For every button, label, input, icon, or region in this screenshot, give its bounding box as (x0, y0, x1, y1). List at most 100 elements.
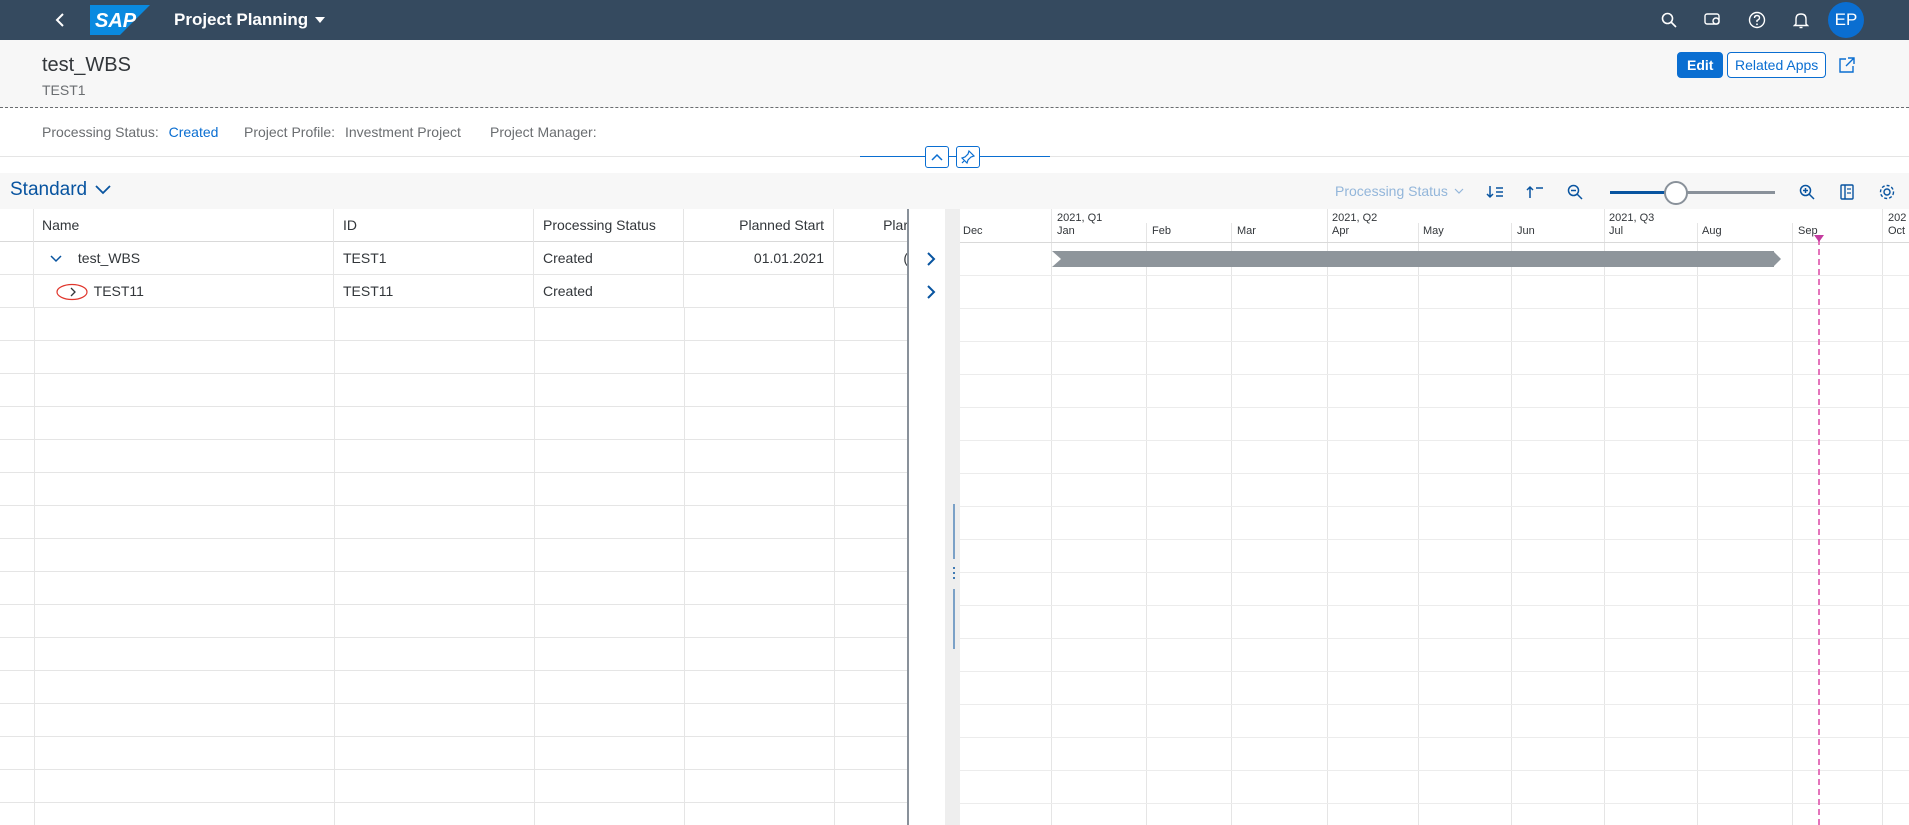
empty-table-row (0, 407, 907, 440)
gantt-row-line (960, 737, 1909, 738)
quarter-divider (1327, 209, 1328, 825)
collapse-all-button[interactable] (1524, 181, 1546, 203)
cell-divider (534, 308, 535, 341)
cell-divider (34, 341, 35, 374)
cell-divider (684, 704, 685, 737)
row-name: test_WBS (77, 250, 141, 266)
cell-divider (334, 374, 335, 407)
id-cell: TEST11 (334, 275, 534, 308)
empty-table-row (0, 671, 907, 704)
cell-divider (334, 737, 335, 770)
expand-all-button[interactable] (1484, 181, 1506, 203)
object-title: test_WBS (42, 54, 131, 76)
app-title-menu[interactable]: Project Planning (174, 10, 326, 30)
empty-table-row (0, 374, 907, 407)
cell-divider (684, 737, 685, 770)
row-selector[interactable] (0, 275, 34, 308)
table-header-row: Name ID Processing Status Planned Start … (0, 209, 907, 242)
cell-divider (334, 572, 335, 605)
search-button[interactable] (1658, 9, 1680, 31)
legend-button[interactable] (1836, 181, 1858, 203)
notifications-button[interactable] (1790, 9, 1812, 31)
pin-icon (961, 150, 975, 164)
cell-divider (534, 605, 535, 638)
header-attributes: Processing Status: Created Project Profi… (0, 109, 1909, 157)
cell-divider (834, 704, 835, 737)
collapse-icon (1526, 185, 1543, 198)
table-row[interactable]: TEST11 TEST11 Created (0, 275, 907, 308)
processing-status-link[interactable]: Created (169, 124, 219, 140)
bar-end-arrow-icon (1773, 251, 1781, 267)
column-header-planned-start[interactable]: Planned Start (684, 209, 834, 242)
cell-divider (534, 374, 535, 407)
table-row[interactable]: test_WBS TEST1 Created 01.01.2021 ( (0, 242, 907, 275)
cell-divider (534, 407, 535, 440)
status-cell: Created (534, 242, 684, 275)
splitter-grip-icon (953, 504, 955, 649)
edit-button[interactable]: Edit (1677, 52, 1724, 78)
cell-divider (684, 341, 685, 374)
quarter-label: 2021, Q3 (1609, 212, 1655, 224)
gantt-row-line (960, 473, 1909, 474)
name-cell: test_WBS (34, 242, 334, 275)
table-chart-splitter[interactable] (945, 209, 960, 825)
chevron-down-icon (1454, 188, 1464, 194)
cell-divider (684, 473, 685, 506)
empty-table-row (0, 440, 907, 473)
cell-divider (334, 770, 335, 803)
empty-table-row (0, 770, 907, 803)
zoom-in-button[interactable] (1796, 181, 1818, 203)
cell-divider (684, 539, 685, 572)
group-by-select[interactable]: Processing Status (1335, 183, 1464, 199)
cell-divider (34, 308, 35, 341)
month-divider (1231, 223, 1232, 825)
share-button[interactable] (1836, 54, 1858, 76)
zoom-out-button[interactable] (1564, 181, 1586, 203)
help-button[interactable] (1746, 9, 1768, 31)
column-header-name[interactable]: Name (34, 209, 334, 242)
cell-divider (834, 671, 835, 704)
cell-divider (684, 407, 685, 440)
empty-table-row (0, 737, 907, 770)
zoom-out-icon (1567, 184, 1583, 200)
cell-divider (834, 407, 835, 440)
planned-finish-cell (834, 275, 907, 308)
back-icon (55, 13, 64, 27)
column-header-id[interactable]: ID (334, 209, 534, 242)
pin-header-button[interactable] (956, 146, 980, 168)
wbs-summary-bar[interactable] (1052, 251, 1781, 267)
gantt-row-line (960, 704, 1909, 705)
notifications-settings-button[interactable] (1702, 9, 1724, 31)
quarter-label: 2021, Q2 (1332, 212, 1378, 224)
cell-divider (834, 572, 835, 605)
related-apps-button[interactable]: Related Apps (1727, 52, 1827, 78)
empty-table-row (0, 638, 907, 671)
cell-divider (334, 440, 335, 473)
row-selector-header[interactable] (0, 209, 34, 242)
cell-divider (34, 605, 35, 638)
variant-selector[interactable]: Standard (10, 179, 111, 201)
zoom-slider-handle[interactable] (1664, 181, 1688, 205)
back-button[interactable] (46, 6, 74, 34)
project-profile-label: Project Profile: (244, 124, 336, 140)
settings-button[interactable] (1876, 181, 1898, 203)
expand-toggle[interactable] (50, 242, 66, 275)
row-selector[interactable] (0, 242, 34, 275)
collapse-header-button[interactable] (925, 146, 949, 168)
row-navigate-button[interactable] (918, 279, 944, 305)
user-avatar[interactable]: EP (1828, 2, 1864, 38)
cell-divider (684, 572, 685, 605)
bell-icon (1793, 13, 1809, 29)
cell-divider (34, 374, 35, 407)
month-label: Jan (1057, 225, 1075, 237)
expand-toggle[interactable] (56, 282, 90, 302)
cell-divider (34, 539, 35, 572)
column-header-planned-finish[interactable]: Plar (834, 209, 907, 242)
today-marker-icon (1814, 235, 1824, 242)
gantt-row-line (960, 539, 1909, 540)
sap-logo[interactable]: SAP (90, 5, 150, 35)
column-header-processing-status[interactable]: Processing Status (534, 209, 684, 242)
row-navigate-button[interactable] (918, 246, 944, 272)
cell-divider (334, 638, 335, 671)
empty-table-row (0, 605, 907, 638)
